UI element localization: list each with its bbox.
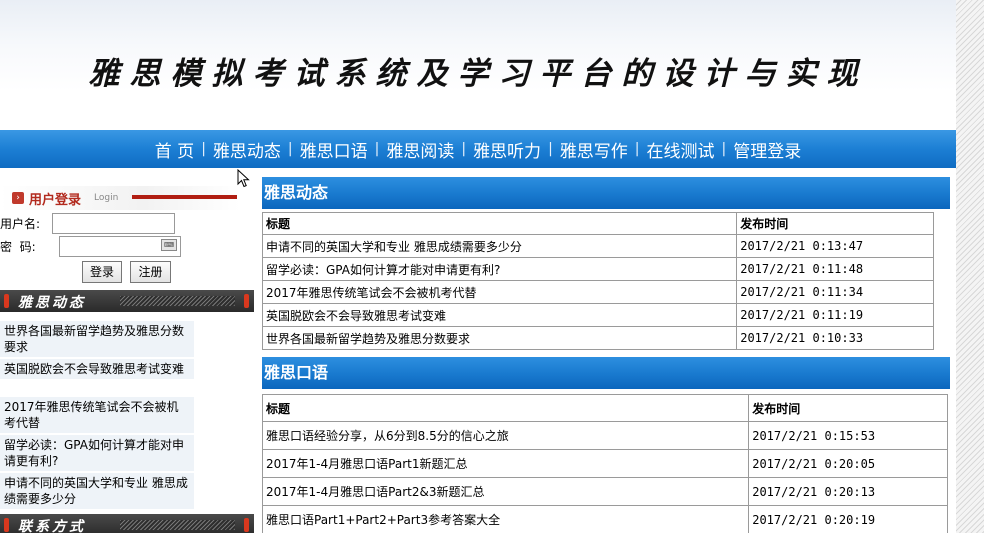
username-label: 用户名:	[0, 216, 41, 231]
publish-time: 2017/2/21 0:20:19	[748, 505, 948, 533]
username-input[interactable]	[52, 212, 175, 234]
header-hatch	[120, 296, 235, 306]
arrow-right-icon: ›	[12, 192, 24, 204]
speaking-table: 标题 发布时间 雅思口语经验分享，从6分到8.5分的信心之旅 2017/2/21…	[261, 394, 948, 533]
nav-admin-login[interactable]: 管理登录	[726, 137, 808, 162]
sidebar-news-item[interactable]: 英国脱欧会不会导致雅思考试变难	[0, 359, 194, 379]
table-row: 2017年1-4月雅思口语Part1新题汇总 2017/2/21 0:20:05	[261, 449, 948, 478]
nav-online-test[interactable]: 在线测试	[640, 137, 722, 162]
table-row: 雅思口语经验分享，从6分到8.5分的信心之旅 2017/2/21 0:15:53	[261, 421, 948, 450]
nav-home[interactable]: 首 页	[148, 137, 201, 162]
publish-time: 2017/2/21 0:11:19	[736, 303, 934, 327]
article-link[interactable]: 2017年1-4月雅思口语Part1新题汇总	[261, 449, 750, 478]
col-title-header: 标题	[261, 212, 738, 235]
table-row: 英国脱欧会不会导致雅思考试变难 2017/2/21 0:11:19	[261, 303, 934, 327]
keyboard-icon[interactable]: ⌨	[161, 238, 177, 251]
col-title-header: 标题	[261, 394, 750, 422]
publish-time: 2017/2/21 0:10:33	[736, 326, 934, 350]
header-banner: 雅思模拟考试系统及学习平台的设计与实现	[0, 0, 956, 130]
col-time-header: 发布时间	[736, 212, 934, 235]
article-link[interactable]: 留学必读：GPA如何计算才能对申请更有利?	[261, 257, 738, 281]
publish-time: 2017/2/21 0:13:47	[736, 234, 934, 258]
publish-time: 2017/2/21 0:20:05	[748, 449, 948, 478]
nav-listening[interactable]: 雅思听力	[466, 137, 548, 162]
password-row: 密 码: ⌨	[0, 235, 181, 257]
pin-icon	[4, 294, 9, 308]
article-link[interactable]: 世界各国最新留学趋势及雅思分数要求	[261, 326, 738, 350]
register-button[interactable]: 注册	[130, 261, 171, 283]
article-link[interactable]: 雅思口语Part1+Part2+Part3参考答案大全	[261, 505, 750, 533]
pin-icon	[244, 294, 249, 308]
table-row: 申请不同的英国大学和专业 雅思成绩需要多少分 2017/2/21 0:13:47	[261, 234, 934, 258]
nav-speaking[interactable]: 雅思口语	[293, 137, 375, 162]
site-title: 雅思模拟考试系统及学习平台的设计与实现	[88, 56, 868, 92]
header-hatch	[120, 520, 235, 530]
main-nav: 首 页 | 雅思动态 | 雅思口语 | 雅思阅读 | 雅思听力 | 雅思写作 |…	[0, 130, 956, 168]
article-link[interactable]: 英国脱欧会不会导致雅思考试变难	[261, 303, 738, 327]
article-link[interactable]: 雅思口语经验分享，从6分到8.5分的信心之旅	[261, 421, 750, 450]
sidebar-news-title: 雅思动态	[18, 295, 86, 311]
sidebar-contact-title: 联系方式	[18, 519, 86, 533]
sidebar-news-item[interactable]: 2017年雅思传统笔试会不会被机考代替	[0, 397, 194, 433]
nav-reading[interactable]: 雅思阅读	[379, 137, 461, 162]
table-header-row: 标题 发布时间	[261, 394, 948, 422]
pin-icon	[4, 518, 9, 532]
publish-time: 2017/2/21 0:20:13	[748, 477, 948, 506]
table-row: 2017年1-4月雅思口语Part2&3新题汇总 2017/2/21 0:20:…	[261, 477, 948, 506]
login-title-en: Login	[94, 193, 119, 203]
nav-writing[interactable]: 雅思写作	[553, 137, 635, 162]
username-row: 用户名:	[0, 212, 175, 234]
table-row: 2017年雅思传统笔试会不会被机考代替 2017/2/21 0:11:34	[261, 280, 934, 304]
dynamics-table: 标题 发布时间 申请不同的英国大学和专业 雅思成绩需要多少分 2017/2/21…	[261, 212, 934, 350]
article-link[interactable]: 2017年雅思传统笔试会不会被机考代替	[261, 280, 738, 304]
sidebar-news-item[interactable]: 申请不同的英国大学和专业 雅思成绩需要多少分	[0, 473, 194, 509]
article-link[interactable]: 申请不同的英国大学和专业 雅思成绩需要多少分	[261, 234, 738, 258]
publish-time: 2017/2/21 0:15:53	[748, 421, 948, 450]
sidebar-news-header: 雅思动态	[0, 290, 254, 312]
table-header-row: 标题 发布时间	[261, 212, 934, 235]
pin-icon	[244, 518, 249, 532]
table-row: 留学必读：GPA如何计算才能对申请更有利? 2017/2/21 0:11:48	[261, 257, 934, 281]
login-title: 用户登录	[29, 193, 82, 208]
sidebar-news-item[interactable]: 留学必读：GPA如何计算才能对申请更有利?	[0, 435, 194, 471]
login-header-rule	[132, 195, 237, 199]
publish-time: 2017/2/21 0:11:34	[736, 280, 934, 304]
login-header: › 用户登录 Login	[0, 186, 240, 210]
col-time-header: 发布时间	[748, 394, 948, 422]
left-sidebar: › 用户登录 Login 用户名: 密 码: ⌨ 登录 注册 雅思动态 世界各国…	[0, 176, 258, 533]
table-row: 雅思口语Part1+Part2+Part3参考答案大全 2017/2/21 0:…	[261, 505, 948, 533]
sidebar-contact-header: 联系方式	[0, 514, 254, 533]
speaking-panel-title: 雅思口语	[262, 357, 950, 389]
table-row: 世界各国最新留学趋势及雅思分数要求 2017/2/21 0:10:33	[261, 326, 934, 350]
page-scroll-area	[956, 0, 984, 533]
dynamics-panel-title: 雅思动态	[262, 177, 950, 209]
login-button[interactable]: 登录	[82, 261, 122, 283]
article-link[interactable]: 2017年1-4月雅思口语Part2&3新题汇总	[261, 477, 750, 506]
publish-time: 2017/2/21 0:11:48	[736, 257, 934, 281]
nav-ielts-news[interactable]: 雅思动态	[206, 137, 288, 162]
sidebar-news-item[interactable]: 世界各国最新留学趋势及雅思分数要求	[0, 321, 194, 357]
password-label: 密 码:	[0, 239, 36, 254]
